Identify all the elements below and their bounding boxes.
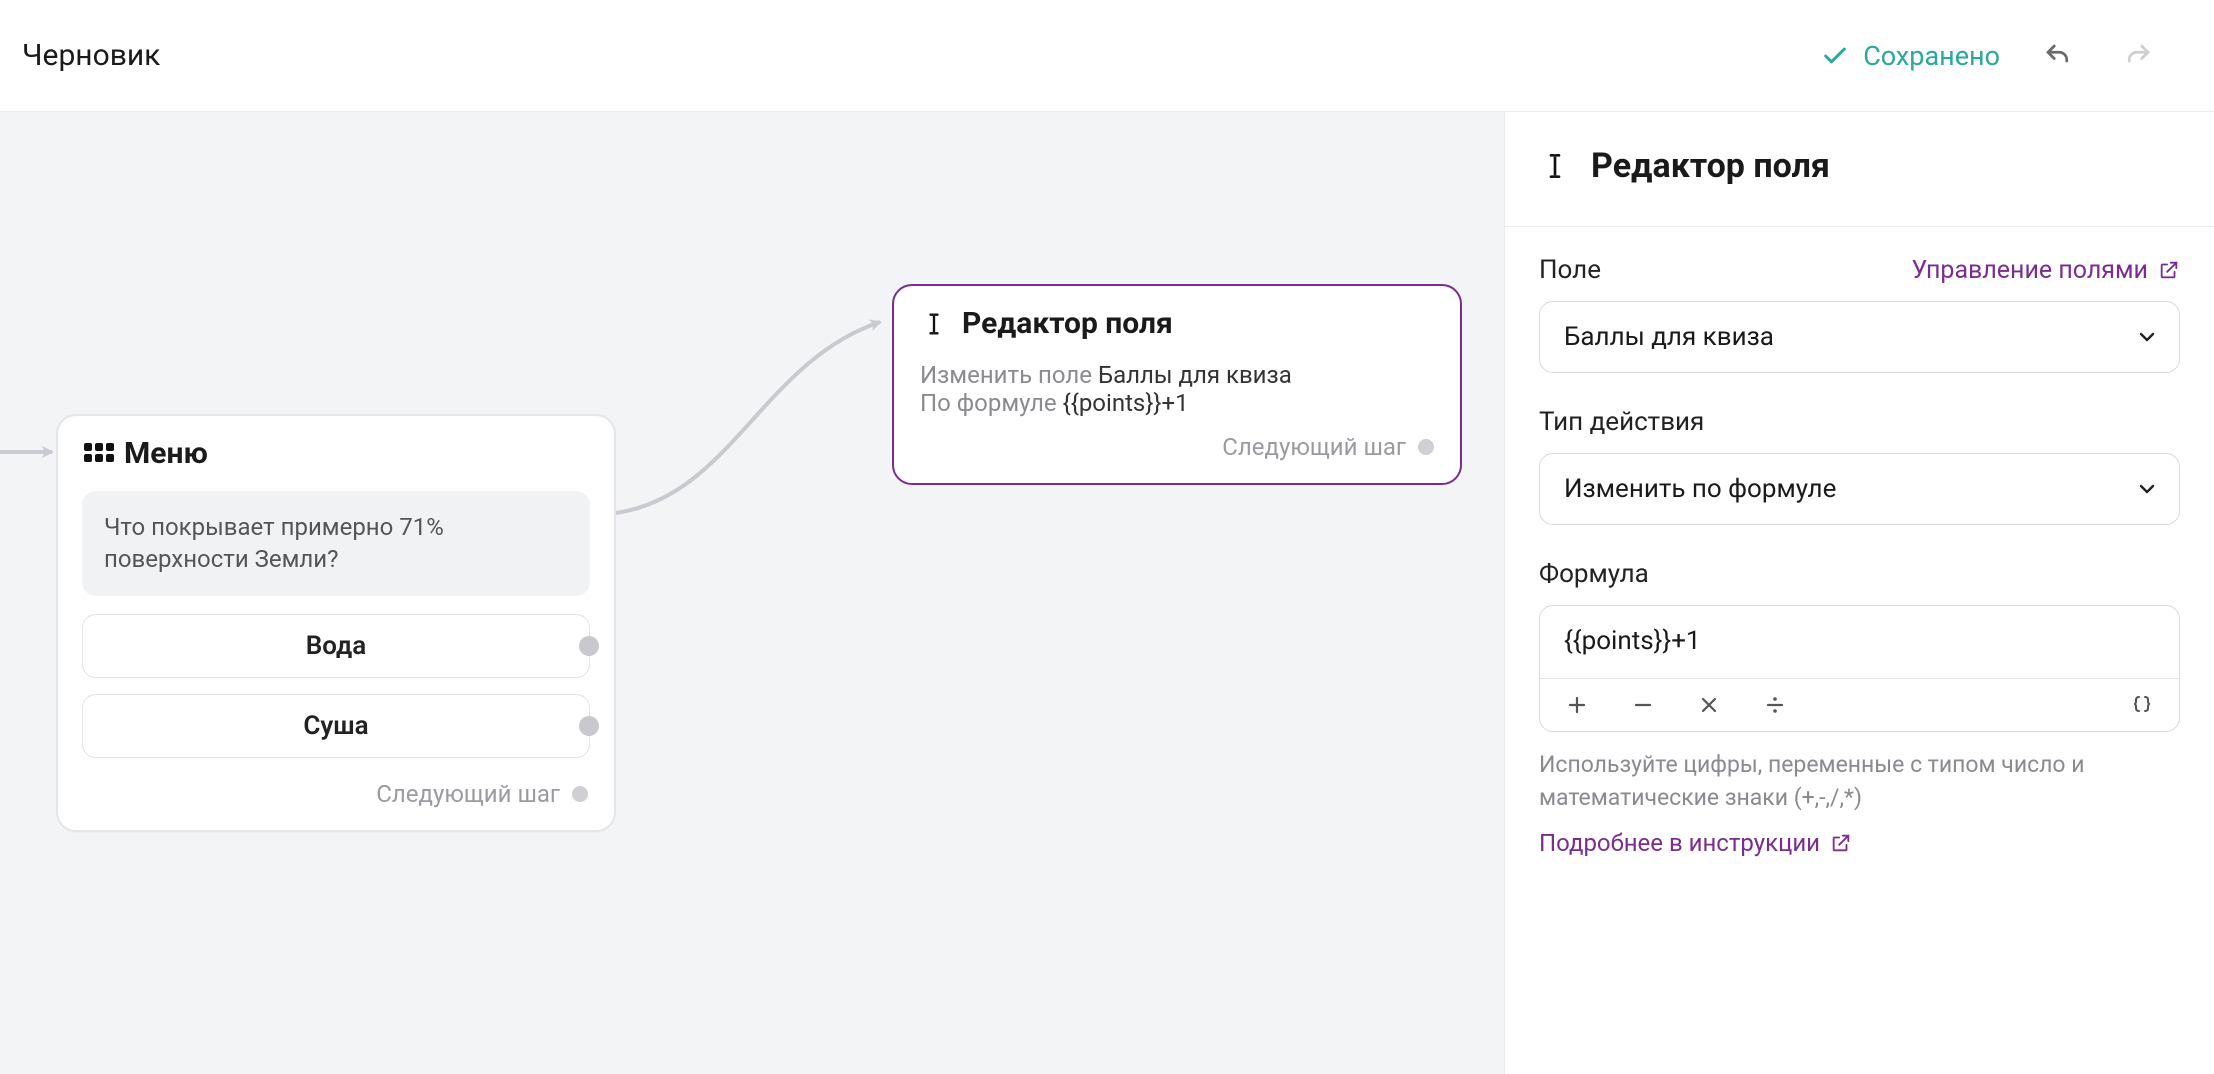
formula-help-text: Используйте цифры, переменные с типом чи… bbox=[1539, 748, 2180, 815]
minus-icon bbox=[1631, 693, 1655, 717]
save-status-label: Сохранено bbox=[1863, 40, 2000, 72]
grid-icon bbox=[84, 443, 110, 465]
formula-input[interactable]: {{points}}+1 bbox=[1540, 606, 2179, 678]
next-step-label: Следующий шаг bbox=[376, 780, 560, 808]
menu-question: Что покрывает примерно 71% поверхности З… bbox=[82, 491, 590, 596]
action-type-label: Тип действия bbox=[1539, 407, 2180, 437]
node-menu[interactable]: Меню Что покрывает примерно 71% поверхно… bbox=[56, 414, 616, 832]
flow-canvas[interactable]: Меню Что покрывает примерно 71% поверхно… bbox=[0, 112, 1504, 1074]
field-section-label: Поле bbox=[1539, 255, 1601, 285]
save-status: Сохранено bbox=[1821, 40, 2000, 72]
menu-option-2-label: Суша bbox=[303, 711, 368, 741]
check-icon bbox=[1821, 42, 1849, 70]
topbar: Черновик Сохранено bbox=[0, 0, 2214, 112]
formula-label: Формула bbox=[1539, 559, 2180, 589]
connector-out-dot[interactable] bbox=[579, 636, 599, 656]
plus-icon bbox=[1565, 693, 1589, 717]
field-select[interactable]: Баллы для квиза bbox=[1539, 301, 2180, 373]
editor-line-2: По формуле {{points}}+1 bbox=[920, 389, 1434, 417]
action-type-select[interactable]: Изменить по формуле bbox=[1539, 453, 2180, 525]
chevron-down-icon bbox=[2135, 477, 2159, 501]
next-step-label: Следующий шаг bbox=[1222, 433, 1406, 461]
connector-out-dot[interactable] bbox=[572, 786, 588, 802]
connector-out-dot[interactable] bbox=[1418, 439, 1434, 455]
formula-toolbar bbox=[1540, 678, 2179, 731]
redo-icon bbox=[2123, 41, 2153, 71]
formula-editor: {{points}}+1 bbox=[1539, 605, 2180, 732]
connector-out-dot[interactable] bbox=[579, 716, 599, 736]
text-cursor-icon bbox=[920, 310, 948, 338]
node-menu-title: Меню bbox=[124, 436, 208, 471]
external-link-icon bbox=[2158, 259, 2180, 281]
node-field-editor-title: Редактор поля bbox=[962, 306, 1173, 341]
undo-button[interactable] bbox=[2036, 34, 2080, 78]
manage-fields-link[interactable]: Управление полями bbox=[1912, 256, 2181, 285]
multiply-icon bbox=[1697, 693, 1721, 717]
braces-icon bbox=[2130, 693, 2154, 717]
menu-option-1[interactable]: Вода bbox=[82, 614, 590, 678]
node-field-editor[interactable]: Редактор поля Изменить поле Баллы для кв… bbox=[892, 284, 1462, 485]
op-plus-button[interactable] bbox=[1562, 693, 1592, 717]
op-divide-button[interactable] bbox=[1760, 693, 1790, 717]
chevron-down-icon bbox=[2135, 325, 2159, 349]
op-minus-button[interactable] bbox=[1628, 693, 1658, 717]
op-braces-button[interactable] bbox=[2127, 693, 2157, 717]
op-multiply-button[interactable] bbox=[1694, 693, 1724, 717]
editor-line-1: Изменить поле Баллы для квиза bbox=[920, 361, 1434, 389]
redo-button[interactable] bbox=[2116, 34, 2160, 78]
text-cursor-icon bbox=[1539, 150, 1571, 182]
divide-icon bbox=[1763, 693, 1787, 717]
docs-link[interactable]: Подробнее в инструкции bbox=[1539, 829, 1852, 857]
menu-option-1-label: Вода bbox=[306, 631, 367, 661]
external-link-icon bbox=[1830, 832, 1852, 854]
page-title: Черновик bbox=[22, 38, 160, 73]
inspector-panel: Редактор поля Поле Управление полями Бал… bbox=[1504, 112, 2214, 1074]
undo-icon bbox=[2043, 41, 2073, 71]
menu-option-2[interactable]: Суша bbox=[82, 694, 590, 758]
panel-title: Редактор поля bbox=[1591, 146, 1830, 186]
